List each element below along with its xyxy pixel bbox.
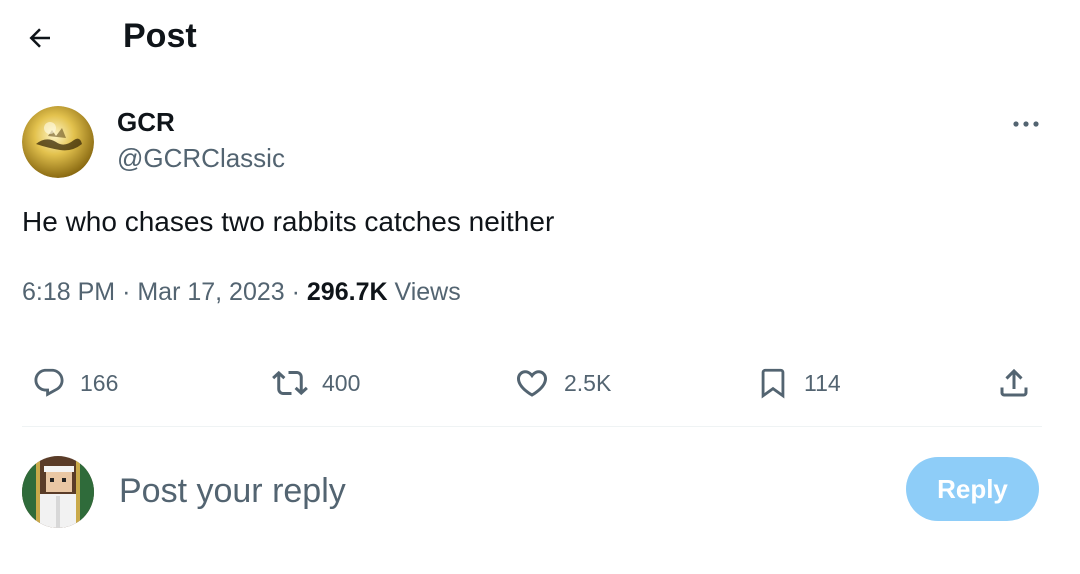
post-text: He who chases two rabbits catches neithe… bbox=[22, 206, 555, 237]
reply-count: 166 bbox=[80, 370, 119, 396]
top-header: Post bbox=[0, 0, 1080, 74]
post-time[interactable]: 6:18 PM bbox=[22, 278, 115, 306]
back-button[interactable] bbox=[18, 18, 62, 58]
more-options-button[interactable] bbox=[1004, 110, 1048, 138]
reply-button[interactable]: 166 bbox=[32, 360, 118, 406]
user-avatar[interactable] bbox=[22, 456, 94, 528]
post-date[interactable]: Mar 17, 2023 bbox=[137, 278, 284, 306]
views-count[interactable]: 296.7K bbox=[307, 278, 388, 306]
meta-separator: · bbox=[122, 278, 131, 306]
reply-submit-button[interactable]: Reply bbox=[906, 457, 1039, 521]
repost-icon bbox=[272, 370, 308, 396]
post-metadata: 6:18 PM · Mar 17, 2023 · 296.7K Views bbox=[22, 276, 461, 308]
more-horizontal-icon bbox=[1013, 121, 1039, 127]
arrow-left-icon bbox=[29, 28, 50, 48]
repost-button[interactable]: 400 bbox=[272, 360, 360, 406]
like-count: 2.5K bbox=[564, 370, 612, 396]
heart-icon bbox=[516, 370, 548, 397]
bookmark-button[interactable]: 114 bbox=[756, 360, 841, 406]
author-name[interactable]: GCR bbox=[117, 106, 175, 138]
reply-icon bbox=[34, 368, 64, 397]
author-handle[interactable]: @GCRClassic bbox=[117, 142, 285, 174]
views-label[interactable]: Views bbox=[394, 278, 460, 306]
reply-input[interactable] bbox=[119, 466, 859, 516]
share-button[interactable] bbox=[996, 360, 1032, 406]
like-button[interactable]: 2.5K bbox=[514, 360, 611, 406]
divider bbox=[22, 426, 1042, 427]
author-avatar[interactable] bbox=[22, 106, 94, 178]
bookmark-icon bbox=[761, 368, 785, 399]
action-bar: 166 400 2.5K 114 bbox=[0, 360, 1080, 406]
meta-separator: · bbox=[291, 278, 300, 306]
share-icon bbox=[1000, 368, 1028, 397]
repost-count: 400 bbox=[322, 370, 361, 396]
page-title: Post bbox=[123, 17, 197, 55]
bookmark-count: 114 bbox=[804, 370, 841, 396]
